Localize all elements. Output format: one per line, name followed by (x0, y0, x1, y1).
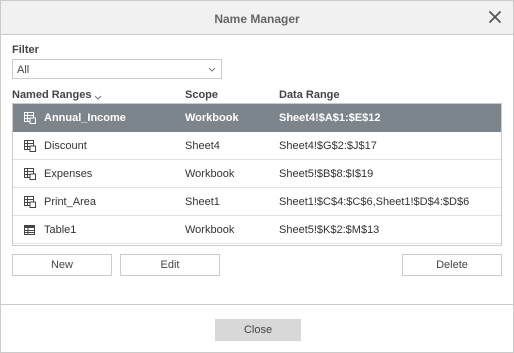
chevron-down-icon (208, 64, 216, 74)
range-reference: Sheet5!$B$8:$I$19 (279, 168, 374, 180)
filter-label: Filter (12, 44, 39, 56)
range-name: Table1 (44, 224, 77, 236)
column-header-scope: Scope (185, 89, 219, 101)
range-reference: Sheet4!$A$1:$E$12 (279, 112, 381, 124)
filter-value: All (17, 64, 30, 76)
named-ranges-list[interactable]: Annual_Income Workbook Sheet4!$A$1:$E$12… (12, 103, 502, 246)
close-button[interactable]: Close (215, 319, 301, 341)
filter-dropdown[interactable]: All (12, 59, 222, 79)
list-item[interactable]: Discount Sheet4 Sheet4!$G$2:$J$17 (13, 132, 501, 160)
range-name: Annual_Income (44, 112, 126, 124)
dialog-title: Name Manager (214, 12, 300, 26)
delete-button[interactable]: Delete (402, 254, 502, 276)
list-item[interactable]: Table1 Workbook Sheet5!$K$2:$M$13 (13, 216, 501, 244)
column-header-data-range: Data Range (279, 89, 340, 101)
name-manager-dialog: Name Manager Filter All Named Ranges Sco… (0, 0, 514, 353)
sort-chevron-icon (94, 92, 102, 100)
range-name: Expenses (44, 168, 93, 180)
named-range-icon (24, 168, 36, 180)
footer-divider (1, 304, 513, 305)
list-item[interactable]: Print_Area Sheet1 Sheet1!$C$4:$C$6,Sheet… (13, 188, 501, 216)
range-reference: Sheet1!$C$4:$C$6,Sheet1!$D$4:$D$6 (279, 196, 470, 208)
range-scope: Sheet4 (185, 140, 220, 152)
list-item[interactable]: Annual_Income Workbook Sheet4!$A$1:$E$12 (13, 104, 501, 132)
range-scope: Workbook (185, 112, 239, 124)
dialog-titlebar: Name Manager (1, 1, 513, 35)
named-range-icon (24, 140, 36, 152)
range-reference: Sheet5!$K$2:$M$13 (279, 224, 380, 236)
range-reference: Sheet4!$G$2:$J$17 (279, 140, 377, 152)
column-header-named-ranges-label: Named Ranges (12, 89, 92, 101)
named-range-icon (24, 112, 36, 124)
range-scope: Sheet1 (185, 196, 220, 208)
edit-button[interactable]: Edit (120, 254, 220, 276)
range-scope: Workbook (185, 168, 235, 180)
range-name: Discount (44, 140, 87, 152)
named-range-icon (24, 196, 36, 208)
range-scope: Workbook (185, 224, 235, 236)
close-icon[interactable] (487, 9, 503, 25)
column-header-named-ranges[interactable]: Named Ranges (12, 89, 102, 101)
list-item[interactable]: Expenses Workbook Sheet5!$B$8:$I$19 (13, 160, 501, 188)
table-icon (24, 224, 36, 236)
new-button[interactable]: New (12, 254, 112, 276)
range-name: Print_Area (44, 196, 96, 208)
